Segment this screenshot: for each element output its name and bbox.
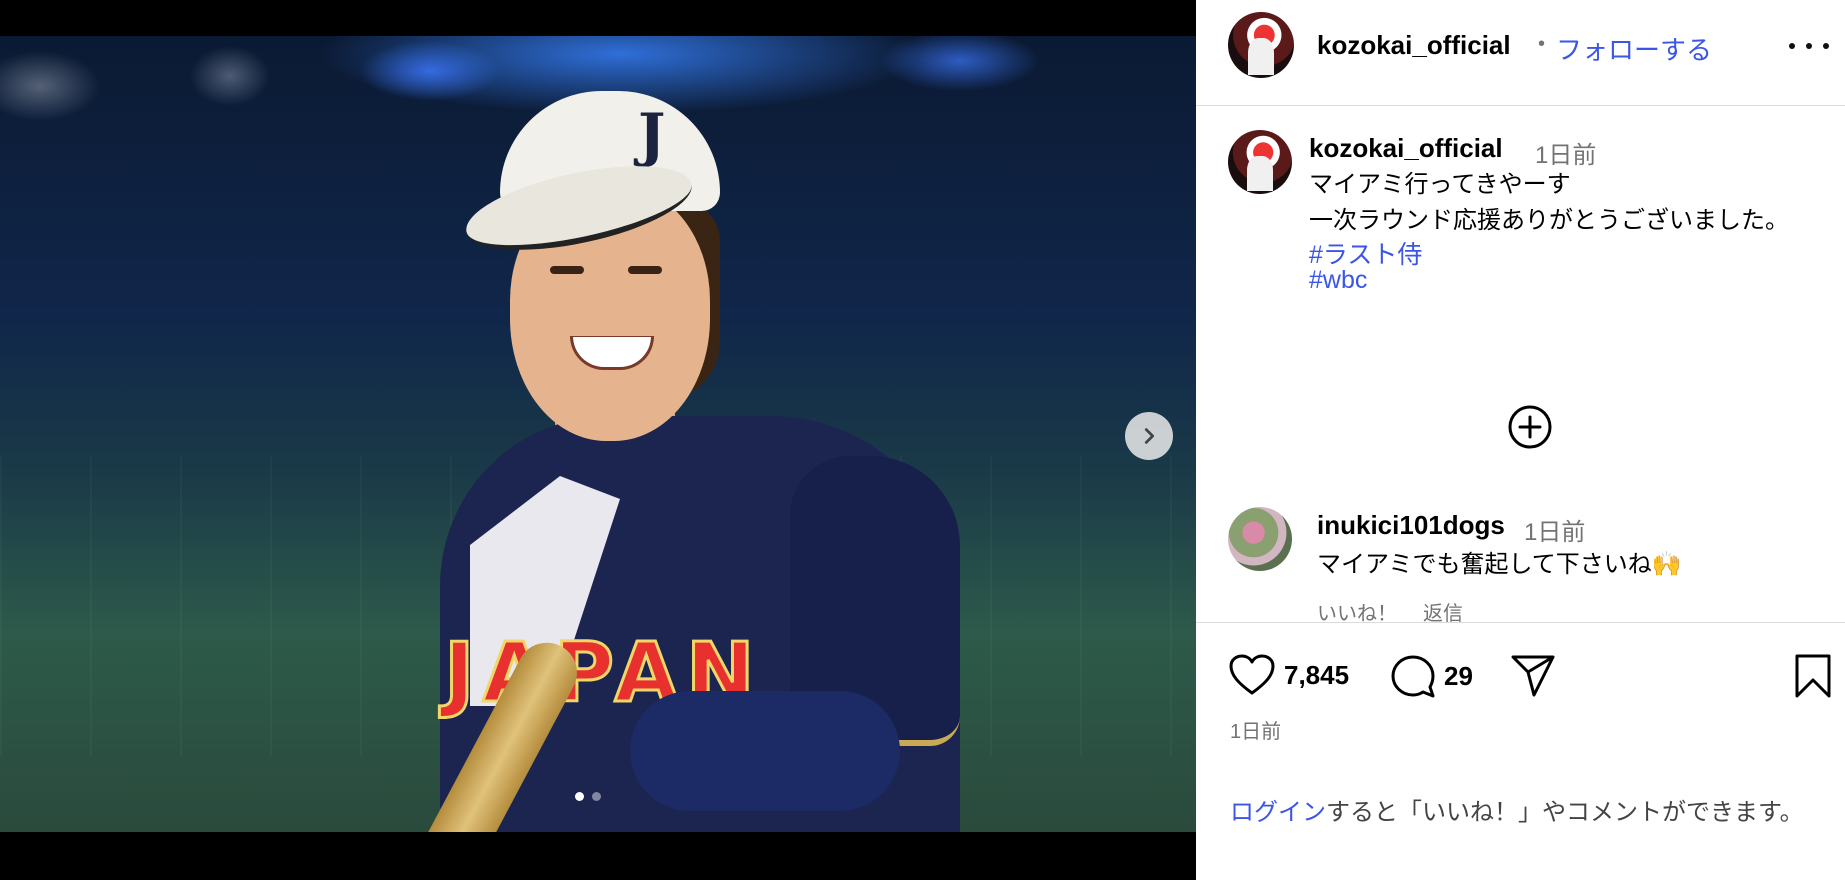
post-header: kozokai_official • フォローする [1196, 0, 1845, 106]
share-button[interactable] [1510, 653, 1556, 699]
post-side-panel: kozokai_official • フォローする kozokai_offici… [1196, 0, 1845, 880]
media-viewer: JAPAN J [0, 0, 1196, 880]
login-prompt-text: すると「いいね！」やコメントができます。 [1326, 799, 1804, 826]
paper-plane-icon [1511, 655, 1555, 697]
header-separator: • [1538, 33, 1546, 55]
bookmark-icon [1795, 654, 1831, 698]
post-timestamp[interactable]: 1日前 [1230, 715, 1281, 744]
player-figure: JAPAN J [412, 91, 960, 832]
comment-count[interactable]: 29 [1444, 661, 1473, 692]
like-button[interactable]: 7,845 [1228, 653, 1349, 697]
dot [1806, 43, 1812, 49]
caption-text: マイアミ行ってきやーす 一次ラウンド応援ありがとうございました。 [1309, 171, 1789, 234]
more-options-icon[interactable] [1789, 34, 1829, 58]
carousel-indicator [575, 792, 601, 801]
right-eye [628, 266, 662, 274]
carousel-next-button[interactable] [1125, 412, 1173, 460]
plus-circle-icon [1508, 405, 1552, 449]
save-button[interactable] [1793, 653, 1833, 704]
post-photo: JAPAN J [0, 36, 1196, 832]
login-link[interactable]: ログイン [1230, 799, 1326, 826]
cap-logo: J [638, 101, 666, 169]
like-count[interactable]: 7,845 [1284, 660, 1349, 691]
author-username[interactable]: kozokai_official [1317, 30, 1511, 61]
comment-reply-button[interactable]: 返信 [1423, 597, 1463, 622]
comment-text: マイアミでも奮起して下さいね🙌 [1317, 551, 1682, 578]
dot [1789, 43, 1795, 49]
hashtag-link[interactable]: #wbc [1309, 266, 1367, 295]
login-prompt: ログインすると「いいね！」やコメントができます。 [1230, 795, 1820, 831]
heart-icon [1229, 654, 1275, 695]
caption-username[interactable]: kozokai_official [1309, 133, 1503, 164]
chevron-right-icon [1144, 428, 1155, 444]
commenter-username[interactable]: inukici101dogs [1317, 510, 1505, 541]
follow-button[interactable]: フォローする [1556, 30, 1712, 67]
comments-section[interactable]: kozokai_official 1日前 マイアミ行ってきやーす 一次ラウンド応… [1196, 107, 1845, 622]
post-actions: 7,845 29 1日前 ログインすると「いいね！」やコメントができます。 [1196, 622, 1845, 880]
comment-button[interactable]: 29 [1390, 653, 1473, 699]
player-smile [570, 336, 654, 370]
author-avatar[interactable] [1228, 12, 1294, 78]
player-arm [630, 691, 900, 811]
commenter-avatar[interactable] [1228, 507, 1292, 571]
caption-avatar[interactable] [1228, 130, 1292, 194]
caption-timestamp[interactable]: 1日前 [1535, 135, 1596, 170]
comment-like-button[interactable]: いいね！ [1317, 597, 1397, 622]
comment-timestamp[interactable]: 1日前 [1524, 512, 1585, 547]
dot [1823, 43, 1829, 49]
comment-actions: いいね！ 返信 [1317, 597, 1463, 622]
left-eye [550, 266, 584, 274]
carousel-dot [592, 792, 601, 801]
load-more-comments-button[interactable] [1507, 404, 1553, 450]
comment-icon [1391, 655, 1435, 698]
carousel-dot-active [575, 792, 584, 801]
